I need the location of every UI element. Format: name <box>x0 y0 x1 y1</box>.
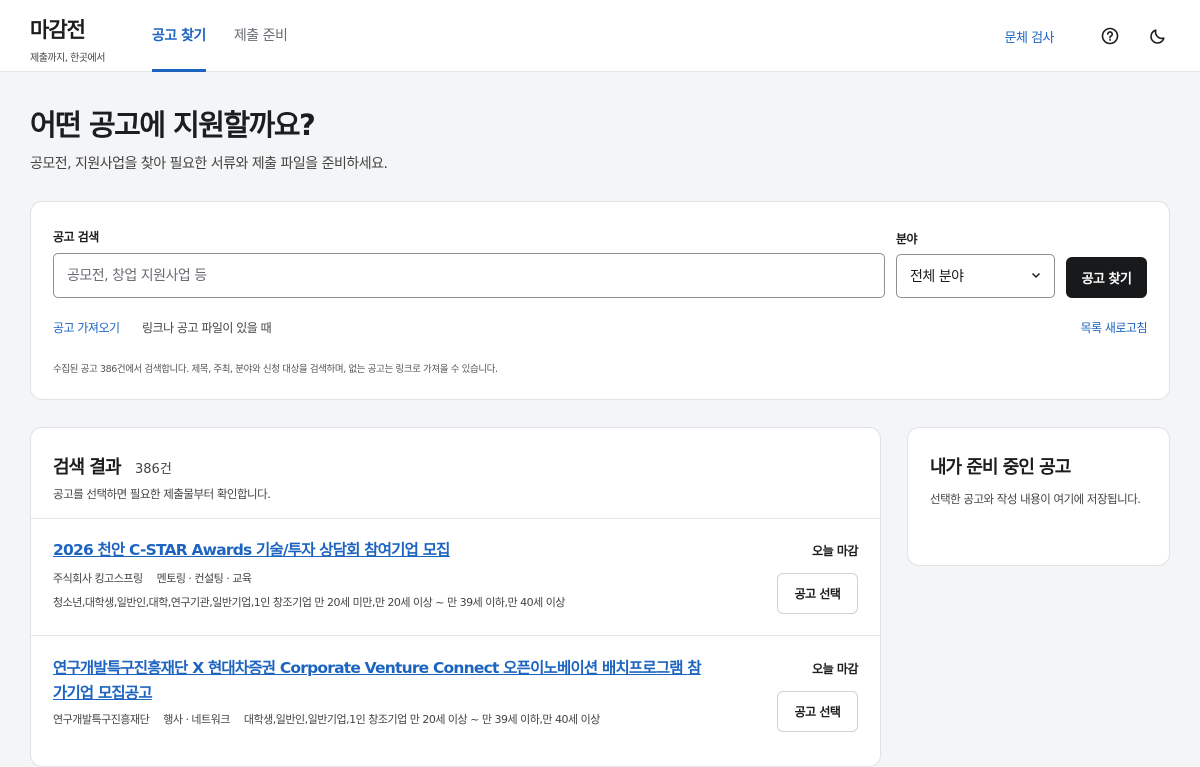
result-item: 연구개발특구진흥재단 X 현대차증권 Corporate Venture Con… <box>31 636 880 766</box>
my-notices-title: 내가 준비 중인 공고 <box>930 457 1071 478</box>
my-notices-description: 선택한 공고와 작성 내용이 여기에 저장됩니다. <box>930 492 1141 506</box>
chevron-down-icon <box>1031 268 1041 284</box>
result-organizer: 주식회사 킹고스프링 <box>53 572 143 585</box>
search-input[interactable] <box>53 253 885 298</box>
deadline-badge: 오늘 마감 <box>812 544 858 558</box>
brand[interactable]: 마감전 제출까지, 한곳에서 <box>30 14 105 64</box>
result-category: 멘토링 · 컨설팅 · 교육 <box>156 572 252 585</box>
result-meta: 주식회사 킹고스프링 멘토링 · 컨설팅 · 교육 <box>53 570 266 586</box>
main-tabs: 공고 찾기 제출 준비 <box>152 0 315 72</box>
result-title-link[interactable]: 연구개발특구진흥재단 X 현대차증권 Corporate Venture Con… <box>53 656 713 706</box>
result-title-link[interactable]: 2026 천안 C-STAR Awards 기술/투자 상담회 참여기업 모집 <box>53 538 713 563</box>
search-label: 공고 검색 <box>53 230 99 244</box>
help-circle-icon[interactable] <box>1098 24 1122 48</box>
refresh-list-link[interactable]: 목록 새로고침 <box>1080 319 1147 336</box>
result-category: 행사 · 네트워크 <box>163 713 230 726</box>
result-item: 2026 천안 C-STAR Awards 기술/투자 상담회 참여기업 모집 … <box>31 519 880 636</box>
results-panel: 검색 결과 386건 공고를 선택하면 필요한 제출물부터 확인합니다. 202… <box>30 427 881 767</box>
style-check-link[interactable]: 문체 검사 <box>1005 27 1055 46</box>
search-submit-button[interactable]: 공고 찾기 <box>1066 257 1147 298</box>
import-notice-link[interactable]: 공고 가져오기 <box>53 319 120 336</box>
brand-name: 마감전 <box>30 18 86 42</box>
import-hint: 링크나 공고 파일이 있을 때 <box>142 321 272 335</box>
select-notice-button[interactable]: 공고 선택 <box>777 691 858 732</box>
my-notices-panel: 내가 준비 중인 공고 선택한 공고와 작성 내용이 여기에 저장됩니다. <box>907 427 1170 566</box>
tab-prepare-submission[interactable]: 제출 준비 <box>234 0 288 72</box>
tab-find-notices[interactable]: 공고 찾기 <box>152 0 206 72</box>
deadline-badge: 오늘 마감 <box>812 662 858 676</box>
result-meta: 연구개발특구진흥재단 행사 · 네트워크 대학생,일반인,일반기업,1인 창조기업 … <box>53 711 614 727</box>
select-notice-button[interactable]: 공고 선택 <box>777 573 858 614</box>
page-subtitle: 공모전, 지원사업을 찾아 필요한 서류와 제출 파일을 준비하세요. <box>30 156 388 172</box>
header-actions: 문체 검사 <box>1005 24 1170 48</box>
brand-tagline: 제출까지, 한곳에서 <box>30 53 105 64</box>
category-label: 분야 <box>896 232 918 246</box>
results-title: 검색 결과 <box>53 457 122 478</box>
search-note: 수집된 공고 386건에서 검색합니다. 제목, 주최, 분야와 신청 대상을 … <box>53 364 498 375</box>
results-count: 386건 <box>135 462 172 477</box>
result-target: 대학생,일반인,일반기업,1인 창조기업 만 20세 이상 ~ 만 39세 이하… <box>243 713 600 726</box>
search-panel: 공고 검색 분야 전체 분야 공고 찾기 공고 가져오기 링크나 공고 파일이 … <box>30 201 1170 400</box>
results-header: 검색 결과 386건 공고를 선택하면 필요한 제출물부터 확인합니다. <box>31 428 880 519</box>
result-target: 청소년,대학생,일반인,대학,연구기관,일반기업,1인 창조기업 만 20세 미… <box>53 596 565 609</box>
page-title: 어떤 공고에 지원할까요? <box>30 108 316 142</box>
moon-icon[interactable] <box>1146 24 1170 48</box>
results-description: 공고를 선택하면 필요한 제출물부터 확인합니다. <box>53 487 271 501</box>
category-select[interactable]: 전체 분야 <box>896 254 1055 298</box>
result-organizer: 연구개발특구진흥재단 <box>53 713 150 726</box>
category-select-value: 전체 분야 <box>910 269 964 285</box>
app-header: 마감전 제출까지, 한곳에서 공고 찾기 제출 준비 문체 검사 <box>0 0 1200 72</box>
